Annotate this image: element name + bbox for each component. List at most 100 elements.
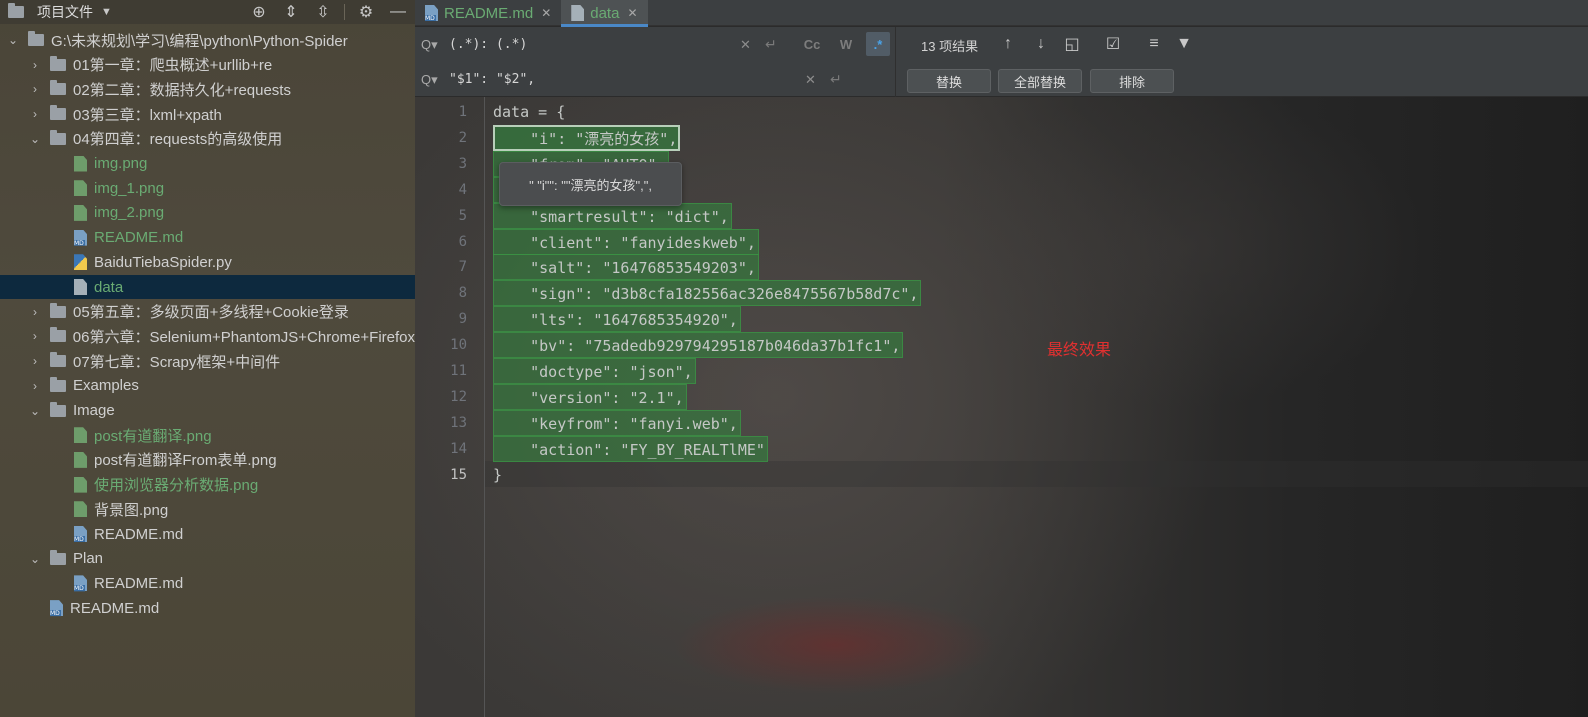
minimize-icon[interactable]: — bbox=[387, 1, 409, 23]
replace-row: Q▾ "$1": "$2", ✕ ↵ bbox=[415, 62, 895, 97]
replace-all-button[interactable]: 全部替换 bbox=[998, 69, 1082, 93]
tree-item-label: img.png bbox=[94, 155, 148, 172]
code-line[interactable]: "i": "漂亮的女孩", bbox=[493, 124, 681, 151]
regex-button[interactable]: .* bbox=[866, 32, 890, 56]
tree-folder[interactable]: › Examples bbox=[0, 374, 415, 398]
tree-folder[interactable]: › 05第五章：多级页面+多线程+Cookie登录 bbox=[0, 300, 415, 324]
in-selection-icon[interactable]: ☑ bbox=[1102, 33, 1124, 55]
tree-item-label: 06第六章：Selenium+PhantomJS+Chrome+Firefox bbox=[72, 328, 415, 346]
chevron-down-icon[interactable]: ⌄ bbox=[28, 132, 42, 146]
tree-folder[interactable]: ⌄ Plan bbox=[0, 547, 415, 571]
folder-icon bbox=[50, 549, 66, 565]
tree-folder[interactable]: › 02第二章：数据持久化+requests bbox=[0, 77, 415, 101]
chevron-right-icon[interactable]: › bbox=[28, 329, 42, 343]
gear-icon[interactable]: ⚙ bbox=[355, 1, 377, 23]
clear-search-icon[interactable]: ✕ bbox=[740, 37, 751, 53]
tree-file[interactable]: img_1.png bbox=[0, 176, 415, 200]
code-line[interactable]: "smartresult": "dict", bbox=[493, 202, 732, 229]
tree-file[interactable]: README.md bbox=[0, 226, 415, 250]
tree-folder[interactable]: ⌄ G:\未来规划\学习\编程\python\Python-Spider bbox=[0, 28, 415, 52]
tree-folder[interactable]: › 01第一章：爬虫概述+urllib+re bbox=[0, 53, 415, 77]
tree-file[interactable]: img_2.png bbox=[0, 201, 415, 225]
tree-folder[interactable]: › 03第三章：lxml+xpath bbox=[0, 102, 415, 126]
line-number: 12 bbox=[450, 388, 467, 405]
chevron-right-icon[interactable]: › bbox=[28, 354, 42, 368]
tree-folder[interactable]: › 06第六章：Selenium+PhantomJS+Chrome+Firefox bbox=[0, 324, 415, 348]
arrow-up-icon[interactable]: ↑ bbox=[997, 33, 1019, 55]
code-line[interactable]: "salt": "16476853549203", bbox=[493, 254, 759, 281]
code-line[interactable]: "keyfrom": "fanyi.web", bbox=[493, 409, 741, 436]
new-line-icon[interactable]: ↵ bbox=[830, 71, 842, 88]
line-number: 3 bbox=[458, 155, 467, 172]
image-file-icon bbox=[74, 204, 87, 221]
tree-file[interactable]: README.md bbox=[0, 596, 415, 620]
chevron-down-icon[interactable]: ▼ bbox=[101, 6, 112, 18]
tree-item-label: 01第一章：爬虫概述+urllib+re bbox=[73, 57, 273, 75]
search-input[interactable]: (.*): (.*) bbox=[449, 37, 527, 52]
match-case-button[interactable]: Cc bbox=[800, 32, 824, 56]
markdown-file-icon bbox=[74, 526, 87, 542]
select-all-occurrences-icon[interactable]: ◱ bbox=[1061, 33, 1083, 55]
code-line[interactable]: "doctype": "json", bbox=[493, 358, 696, 384]
filter-results-icon[interactable]: ≡ bbox=[1143, 33, 1165, 55]
tree-file[interactable]: img.png bbox=[0, 152, 415, 176]
code-line[interactable]: "version": "2.1", bbox=[493, 383, 687, 410]
tree-folder[interactable]: ⌄ Image bbox=[0, 399, 415, 423]
close-icon[interactable]: ✕ bbox=[627, 6, 637, 20]
chevron-right-icon[interactable]: › bbox=[28, 107, 42, 121]
close-icon[interactable]: ✕ bbox=[541, 6, 551, 20]
code-line[interactable]: "action": "FY_BY_REALTlME" bbox=[493, 435, 768, 462]
code-line[interactable]: "lts": "1647685354920", bbox=[493, 306, 741, 333]
code-line[interactable]: "bv": "75adedb929794295187b046da37b1fc1"… bbox=[493, 332, 904, 359]
tree-item-label: img_1.png bbox=[94, 179, 165, 197]
tree-item-label: README.md bbox=[70, 599, 160, 617]
code-line[interactable]: data = { bbox=[493, 99, 565, 125]
chevron-right-icon[interactable]: › bbox=[28, 82, 42, 96]
line-number-gutter: 1 2 3 4 5 6 7 8 9 10 11 12 13 14 15 bbox=[415, 97, 485, 717]
line-number: 15 bbox=[450, 466, 467, 483]
chevron-down-icon[interactable]: ⌄ bbox=[28, 552, 42, 566]
tree-file[interactable]: README.md bbox=[0, 522, 415, 546]
replace-input[interactable]: "$1": "$2", bbox=[449, 72, 535, 87]
tree-file[interactable]: 背景图.png bbox=[0, 497, 415, 521]
chevron-right-icon[interactable]: › bbox=[28, 58, 42, 72]
tree-item-label: Examples bbox=[73, 377, 139, 395]
chevron-right-icon[interactable]: › bbox=[28, 379, 42, 393]
replace-button[interactable]: 替换 bbox=[907, 69, 991, 93]
tab-readme[interactable]: README.md ✕ bbox=[415, 0, 561, 26]
tree-file[interactable]: post有道翻译From表单.png bbox=[0, 448, 415, 472]
tab-data[interactable]: data ✕ bbox=[561, 0, 648, 27]
chevron-down-icon[interactable]: ⌄ bbox=[6, 33, 20, 47]
tree-folder[interactable]: › 07第七章：Scrapy框架+中间件 bbox=[0, 349, 415, 373]
code-line[interactable]: "client": "fanyideskweb", bbox=[493, 228, 759, 255]
tree-file[interactable]: README.md bbox=[0, 571, 415, 595]
collapse-all-icon[interactable]: ⇳ bbox=[312, 1, 334, 23]
tree-file[interactable]: 使用浏览器分析数据.png bbox=[0, 473, 415, 497]
tree-item-label: G:\未来规划\学习\编程\python\Python-Spider bbox=[51, 32, 348, 50]
tree-item-label: README.md bbox=[94, 574, 184, 592]
code-line[interactable]: } bbox=[493, 462, 502, 488]
exclude-button[interactable]: 排除 bbox=[1090, 69, 1174, 93]
code-line[interactable]: "sign": "d3b8cfa182556ac326e8475567b58d7… bbox=[493, 280, 922, 307]
clear-replace-icon[interactable]: ✕ bbox=[805, 72, 816, 88]
funnel-icon[interactable]: ▼ bbox=[1173, 33, 1195, 55]
tree-file[interactable]: BaiduTiebaSpider.py bbox=[0, 250, 415, 274]
search-icon[interactable]: Q▾ bbox=[421, 37, 441, 53]
markdown-file-icon bbox=[74, 229, 87, 246]
tree-file[interactable]: post有道翻译.png bbox=[0, 423, 415, 447]
text-file-icon bbox=[74, 279, 87, 295]
search-icon[interactable]: Q▾ bbox=[421, 72, 441, 88]
tree-item-label: 04第四章：requests的高级使用 bbox=[73, 131, 283, 149]
chevron-right-icon[interactable]: › bbox=[28, 305, 42, 319]
whole-word-button[interactable]: W bbox=[834, 32, 858, 56]
chevron-down-icon[interactable]: ⌄ bbox=[28, 404, 42, 418]
expand-all-icon[interactable]: ⇕ bbox=[280, 1, 302, 23]
project-title[interactable]: 项目文件 bbox=[37, 2, 93, 22]
tree-item-label: 05第五章：多级页面+多线程+Cookie登录 bbox=[73, 304, 349, 322]
locate-icon[interactable]: ⊕ bbox=[248, 1, 270, 23]
find-replace-bar: Q▾ (.*): (.*) ✕ ↵ Cc W .* Q▾ "$1": "$2",… bbox=[415, 27, 1588, 97]
new-line-icon[interactable]: ↵ bbox=[765, 36, 777, 53]
tree-folder[interactable]: ⌄ 04第四章：requests的高级使用 bbox=[0, 127, 415, 151]
arrow-down-icon[interactable]: ↓ bbox=[1030, 33, 1052, 55]
tree-file[interactable]: data bbox=[0, 275, 415, 299]
